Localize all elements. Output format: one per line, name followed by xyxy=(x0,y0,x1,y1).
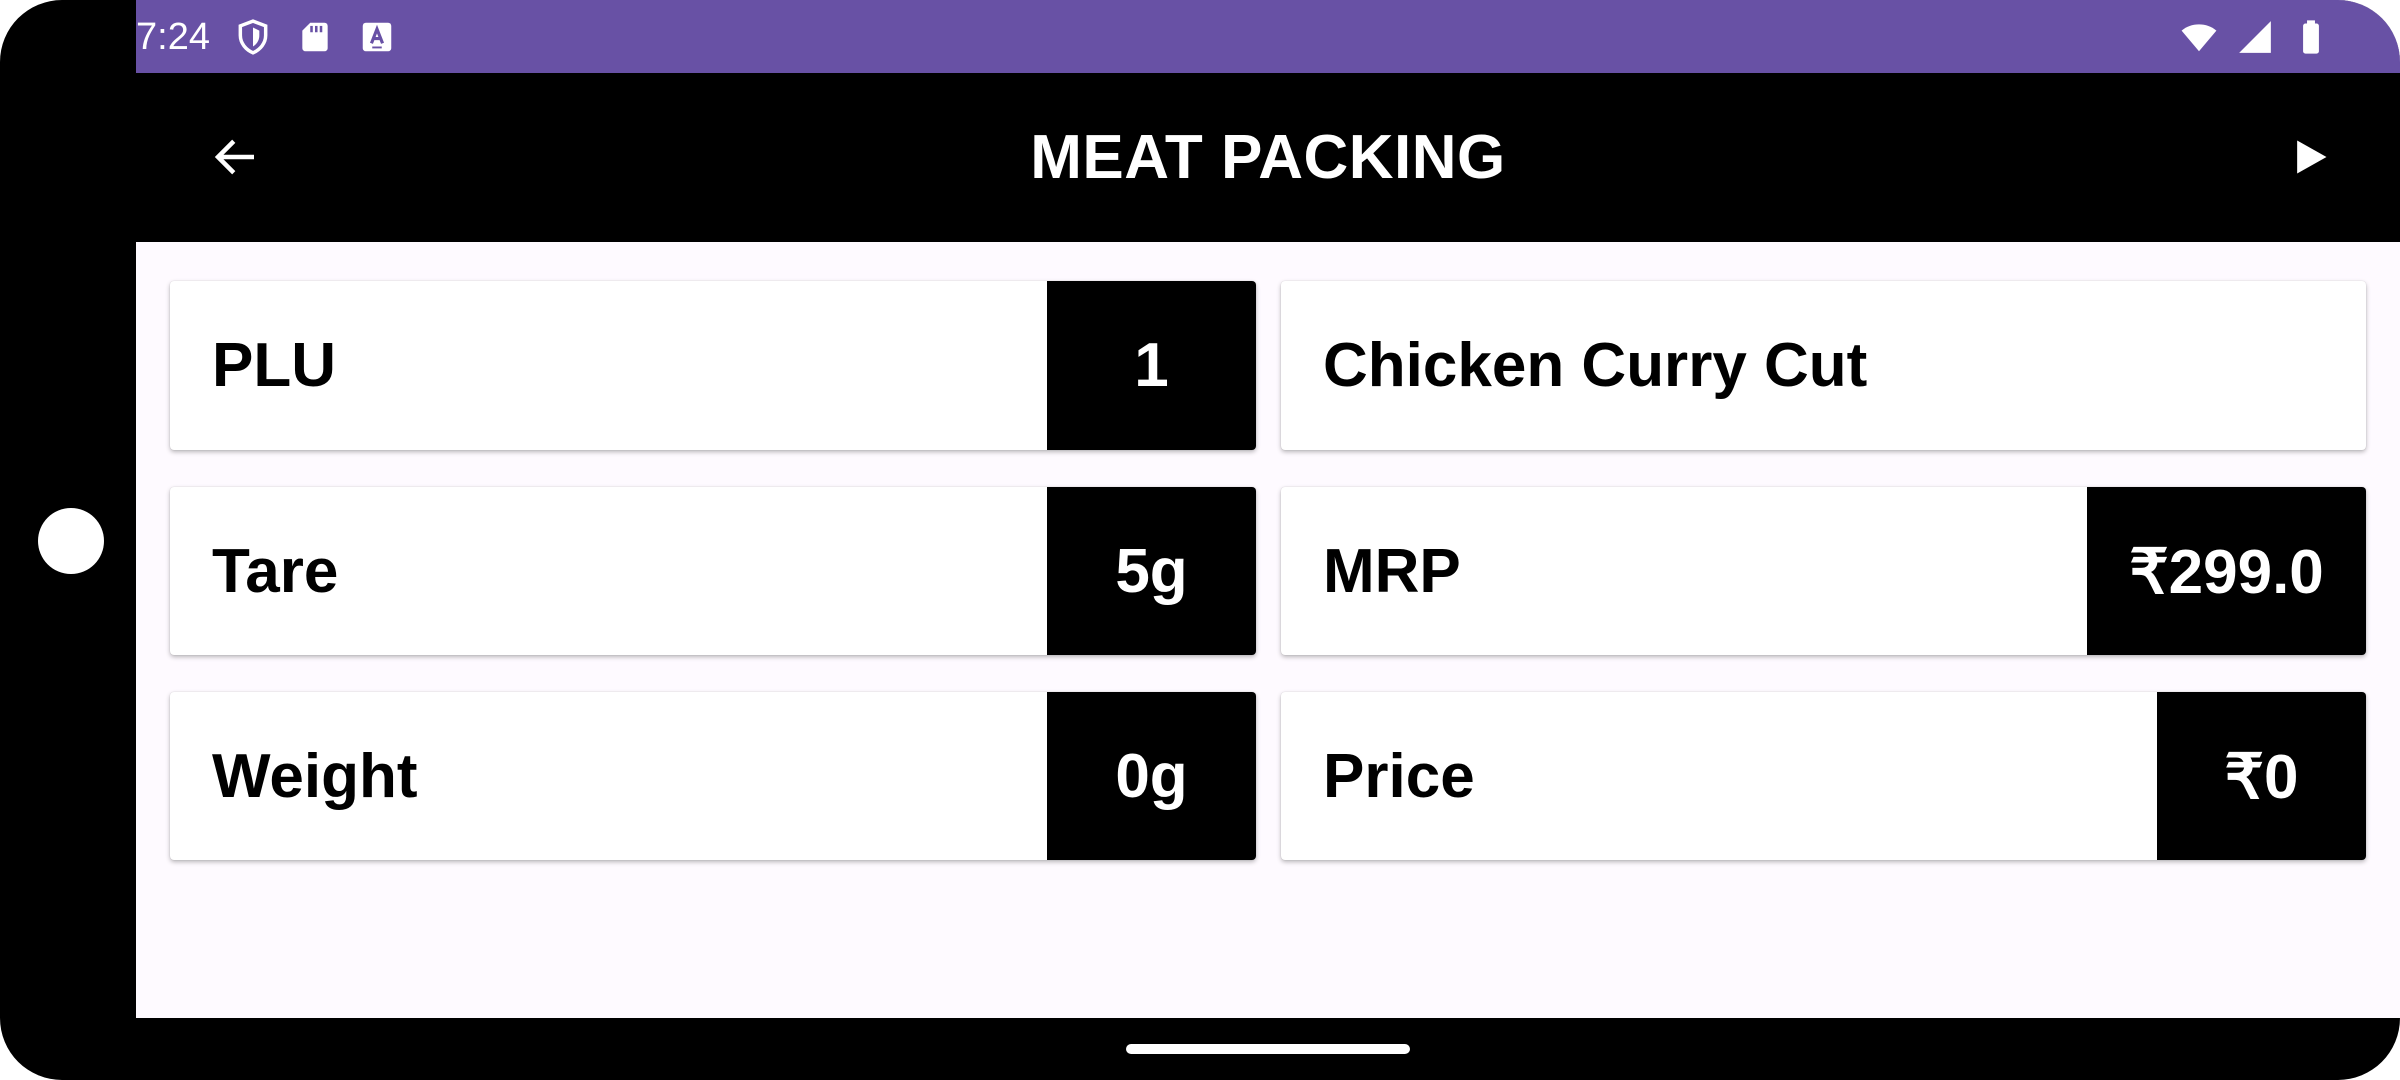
tare-label: Tare xyxy=(212,536,339,606)
price-label: Price xyxy=(1323,741,1475,811)
device-frame: 7:24 MEAT PACKING PLU 1 Chicken Curry Cu… xyxy=(0,0,2400,1080)
app-screen: 7:24 MEAT PACKING PLU 1 Chicken Curry Cu… xyxy=(136,0,2400,1018)
status-time: 7:24 xyxy=(136,16,210,58)
plu-value: 1 xyxy=(1047,281,1256,450)
sd-card-icon xyxy=(302,22,328,52)
camera-cutout xyxy=(38,508,104,574)
app-bar: MEAT PACKING xyxy=(136,73,2400,242)
mrp-label: MRP xyxy=(1323,536,1461,606)
status-bar: 7:24 xyxy=(136,0,2400,73)
product-name: Chicken Curry Cut xyxy=(1323,331,1868,400)
mrp-value: ₹299.0 xyxy=(2087,487,2366,655)
wifi-icon xyxy=(2181,24,2217,52)
weight-label: Weight xyxy=(212,741,418,811)
start-button[interactable] xyxy=(2270,117,2350,197)
weight-card[interactable]: Weight 0g xyxy=(170,692,1256,860)
plu-card[interactable]: PLU 1 xyxy=(170,281,1256,450)
keyboard-a-icon xyxy=(362,22,392,52)
price-value: ₹0 xyxy=(2157,692,2366,860)
price-card[interactable]: Price ₹0 xyxy=(1281,692,2366,860)
tare-card[interactable]: Tare 5g xyxy=(170,487,1256,655)
plu-label: PLU xyxy=(212,331,336,400)
weight-value: 0g xyxy=(1047,692,1256,860)
product-name-card[interactable]: Chicken Curry Cut xyxy=(1281,281,2366,450)
play-icon xyxy=(2297,140,2327,174)
mrp-card[interactable]: MRP ₹299.0 xyxy=(1281,487,2366,655)
home-indicator[interactable] xyxy=(1126,1044,1410,1054)
shield-icon xyxy=(238,19,268,55)
status-system-icons xyxy=(2180,18,2330,56)
signal-icon xyxy=(2239,21,2271,53)
tare-value: 5g xyxy=(1047,487,1256,655)
status-notification-icons xyxy=(234,18,396,56)
page-title: MEAT PACKING xyxy=(1030,123,1506,192)
battery-icon xyxy=(2303,20,2319,54)
